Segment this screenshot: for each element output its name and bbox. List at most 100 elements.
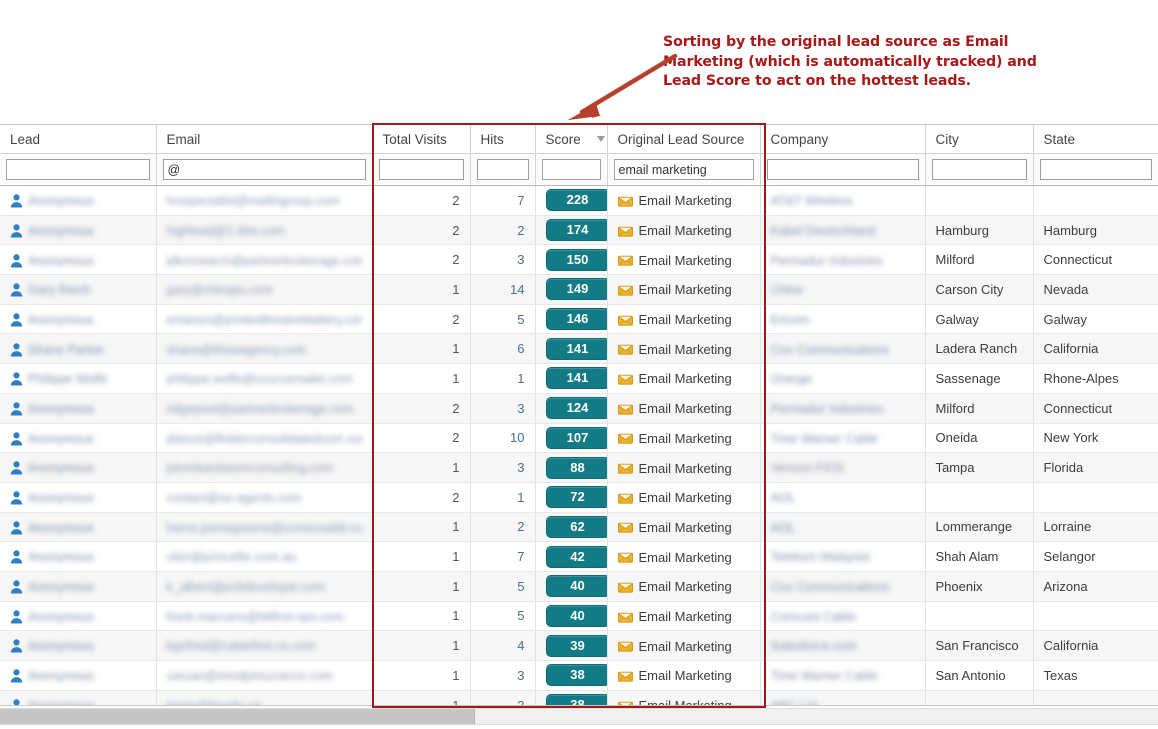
table-row[interactable]: Anonymous k_albert@pcbdeveloper.com 1 5 40 Em…	[0, 571, 1158, 602]
cell-company[interactable]: AOL	[760, 512, 926, 543]
cell-lead[interactable]: Shane Parker	[0, 333, 157, 365]
cell-lead[interactable]: Anonymous	[0, 423, 157, 454]
column-header-total-visits[interactable]: Total Visits	[372, 125, 471, 154]
sort-descending-icon[interactable]	[596, 135, 605, 142]
cell-lead[interactable]: Anonymous	[0, 452, 157, 483]
cell-hits: 5	[470, 571, 536, 602]
filter-input-score[interactable]	[541, 159, 601, 180]
cell-total-visits: 1	[372, 363, 471, 394]
cell-lead[interactable]: Anonymous	[0, 690, 157, 705]
cell-email[interactable]: tiento@ljsodis.ca	[156, 690, 373, 705]
cell-company[interactable]: Cox Communications	[760, 333, 926, 365]
filter-input-total-visits[interactable]	[378, 159, 464, 180]
cell-company[interactable]: Telekom Malaysia	[760, 541, 926, 572]
cell-email[interactable]: ridgepost@partnerbrokerage.com	[156, 393, 373, 424]
cell-lead[interactable]: Anonymous	[0, 571, 157, 602]
cell-company[interactable]: ABC Ltd	[760, 690, 926, 705]
cell-email[interactable]: hrsspecialist@mailingroup.com	[156, 185, 373, 216]
column-header-score[interactable]: Score	[535, 125, 608, 154]
cell-company[interactable]: AT&T Wireless	[760, 185, 926, 216]
cell-lead[interactable]: Anonymous	[0, 601, 157, 632]
column-header-hits[interactable]: Hits	[470, 125, 536, 154]
filter-input-city[interactable]	[931, 159, 1027, 180]
filter-input-hits[interactable]	[476, 159, 529, 180]
cell-email[interactable]: emanon@printedtheatreblattery.com	[156, 304, 373, 335]
cell-company[interactable]: Time Warner Cable	[760, 660, 926, 691]
cell-company[interactable]: AOL	[760, 482, 926, 513]
cell-email[interactable]: vitor@princeltic.com.au	[156, 541, 373, 572]
table-row[interactable]: Anonymous ridgepost@partnerbrokerage.com 2…	[0, 393, 1158, 424]
table-row[interactable]: Anonymous contact@ax-agents.com 2 1 72 Email …	[0, 482, 1158, 513]
cell-company[interactable]: Time Warner Cable	[760, 423, 926, 454]
cell-company[interactable]: Ericom	[760, 304, 926, 335]
table-row[interactable]: Philippe Wolfe philippe.wolfe@sourcemaile…	[0, 363, 1158, 394]
cell-company[interactable]: Kabel Deutschland	[760, 215, 926, 246]
cell-email[interactable]: contact@ax-agents.com	[156, 482, 373, 513]
column-header-original-lead-source[interactable]: Original Lead Source	[607, 125, 761, 154]
table-row[interactable]: Anonymous frank.marcano@bitfirst-ops.com 1…	[0, 601, 1158, 632]
cell-company[interactable]: Orange	[760, 363, 926, 394]
lead-source-label: Email Marketing	[638, 341, 732, 357]
column-header-city[interactable]: City	[925, 125, 1034, 154]
cell-lead[interactable]: Anonymous	[0, 512, 157, 543]
cell-company[interactable]: Permadur Industries	[760, 393, 926, 424]
table-row[interactable]: Anonymous jolombardatoreconsulting.com 1 3 8…	[0, 452, 1158, 483]
cell-company[interactable]: Verizon FiOS	[760, 452, 926, 483]
cell-original-lead-source: Email Marketing	[607, 690, 761, 705]
cell-original-lead-source: Email Marketing	[607, 482, 761, 513]
horizontal-scrollbar[interactable]	[0, 708, 1158, 725]
horizontal-scrollbar-thumb[interactable]	[0, 709, 475, 724]
cell-lead[interactable]: Anonymous	[0, 541, 157, 572]
cell-email[interactable]: gary@chinajio.com	[156, 274, 373, 305]
cell-email[interactable]: frank.marcano@bitfirst-ops.com	[156, 601, 373, 632]
cell-email[interactable]: jdance@finklerconsolidatedcom.com	[156, 423, 373, 454]
cell-lead[interactable]: Anonymous	[0, 185, 157, 216]
cell-lead[interactable]: Anonymous	[0, 304, 157, 335]
cell-lead[interactable]: Gary Reich	[0, 274, 157, 305]
table-row[interactable]: Anonymous varuan@mindpinsurance.com 1 3 38 Em…	[0, 660, 1158, 691]
cell-email[interactable]: jdkresearch@partnerbrokerage.com	[156, 244, 373, 276]
score-badge: 88	[545, 456, 606, 479]
table-row[interactable]: Anonymous emanon@printedtheatreblattery.c…	[0, 304, 1158, 335]
filter-input-state[interactable]	[1039, 159, 1152, 180]
cell-email[interactable]: philippe.wolfe@sourcemailer.com	[156, 363, 373, 394]
table-row[interactable]: Gary Reich gary@chinajio.com 1 14 149 Email M…	[0, 274, 1158, 305]
table-row[interactable]: Anonymous jdkresearch@partnerbrokerage.co…	[0, 244, 1158, 276]
column-header-state[interactable]: State	[1033, 125, 1158, 154]
cell-lead[interactable]: Anonymous	[0, 630, 157, 661]
cell-company[interactable]: Salesforce.com	[760, 630, 926, 661]
filter-input-lead[interactable]	[6, 159, 150, 180]
cell-lead[interactable]: Philippe Wolfe	[0, 363, 157, 394]
cell-email[interactable]: varuan@mindpinsurance.com	[156, 660, 373, 691]
cell-company[interactable]: Cox Communications	[760, 571, 926, 602]
cell-lead[interactable]: Anonymous	[0, 482, 157, 513]
cell-lead[interactable]: Anonymous	[0, 393, 157, 424]
table-row[interactable]: Anonymous heros.jonnegreene@ccmicroaldr.c…	[0, 512, 1158, 543]
table-row[interactable]: Shane Parker shane@thiseagency.com 1 6 141 Em…	[0, 333, 1158, 365]
table-row[interactable]: Anonymous hrsspecialist@mailingroup.com 2 7…	[0, 185, 1158, 216]
cell-score: 42	[535, 541, 608, 572]
cell-email[interactable]: k_albert@pcbdeveloper.com	[156, 571, 373, 602]
table-row[interactable]: Anonymous vitor@princeltic.com.au 1 7 42 Emai…	[0, 541, 1158, 572]
cell-company[interactable]: Permadur Industries	[760, 244, 926, 276]
cell-company[interactable]: Comcast Cable	[760, 601, 926, 632]
cell-email[interactable]: shane@thiseagency.com	[156, 333, 373, 365]
cell-lead[interactable]: Anonymous	[0, 660, 157, 691]
cell-email[interactable]: bgofred@cablefirst.co.com	[156, 630, 373, 661]
filter-input-email[interactable]	[162, 159, 366, 180]
cell-lead[interactable]: Anonymous	[0, 215, 157, 246]
table-row[interactable]: Anonymous jdance@finklerconsolidatedcom.c…	[0, 423, 1158, 454]
column-header-email[interactable]: Email	[156, 125, 373, 154]
table-row[interactable]: Anonymous bgofred@cablefirst.co.com 1 4 39 Em…	[0, 630, 1158, 661]
cell-company[interactable]: Chloe	[760, 274, 926, 305]
table-row[interactable]: Anonymous highlead@1-bbs.com 2 2 174 Email Ma…	[0, 215, 1158, 246]
filter-input-company[interactable]	[766, 159, 919, 180]
cell-email[interactable]: heros.jonnegreene@ccmicroaldr.com	[156, 512, 373, 543]
column-header-lead[interactable]: Lead	[0, 125, 157, 154]
filter-input-original-lead-source[interactable]	[613, 159, 754, 180]
cell-email[interactable]: jolombardatoreconsulting.com	[156, 452, 373, 483]
cell-email[interactable]: highlead@1-bbs.com	[156, 215, 373, 246]
cell-lead[interactable]: Anonymous	[0, 244, 157, 276]
column-header-company[interactable]: Company	[760, 125, 926, 154]
table-row[interactable]: Anonymous tiento@ljsodis.ca 1 3 38 Email Mark…	[0, 690, 1158, 705]
